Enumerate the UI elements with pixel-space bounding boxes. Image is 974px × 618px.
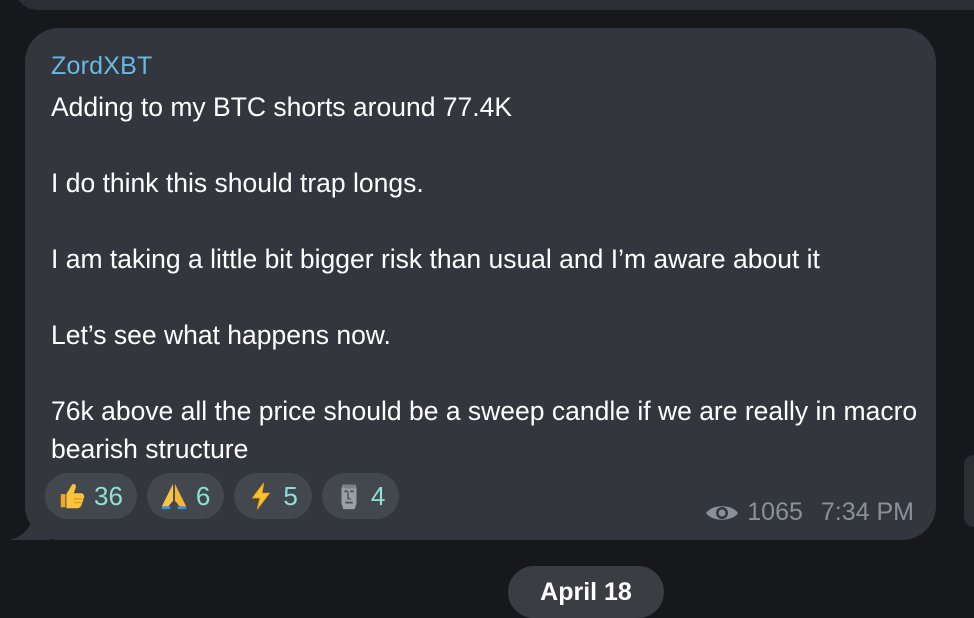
adjacent-message-edge [964, 455, 974, 527]
previous-message-bubble [14, 0, 974, 10]
message-time: 7:34 PM [820, 498, 914, 526]
message-line: Adding to my BTC shorts around 77.4K [51, 92, 513, 122]
pray-icon [158, 480, 190, 512]
reaction-count: 4 [370, 480, 386, 511]
date-separator[interactable]: April 18 [508, 566, 664, 618]
message-meta: 1065 7:34 PM [705, 498, 914, 527]
message-text: Adding to my BTC shorts around 77.4K I d… [51, 88, 921, 468]
reaction-count: 36 [94, 480, 123, 511]
message-line-blank [51, 278, 921, 316]
reaction-thumbs-up[interactable]: 36 [45, 473, 137, 519]
reaction-moai[interactable]: 4 [321, 473, 400, 519]
reaction-lightning[interactable]: 5 [234, 473, 312, 519]
message-line: I do think this should trap longs. [51, 168, 424, 198]
moai-icon [333, 480, 365, 512]
reactions-bar: 36 6 5 4 [45, 473, 400, 519]
thumbs-up-icon [56, 480, 88, 512]
message-line: 76k above all the price should be a swee… [51, 396, 918, 464]
message-line: I am taking a little bit bigger risk tha… [51, 244, 820, 274]
sender-name[interactable]: ZordXBT [51, 52, 152, 81]
message-bubble[interactable]: ZordXBT Adding to my BTC shorts around 7… [25, 28, 936, 540]
reaction-pray[interactable]: 6 [146, 473, 225, 519]
reaction-count: 5 [283, 480, 298, 511]
eye-icon [706, 505, 739, 520]
lightning-icon [245, 480, 277, 512]
view-count: 1065 [747, 498, 803, 526]
message-line-blank [51, 354, 921, 392]
reaction-count: 6 [195, 480, 211, 511]
message-line-blank [51, 202, 921, 240]
message-line: Let’s see what happens now. [51, 320, 391, 350]
message-line-blank [51, 126, 921, 164]
